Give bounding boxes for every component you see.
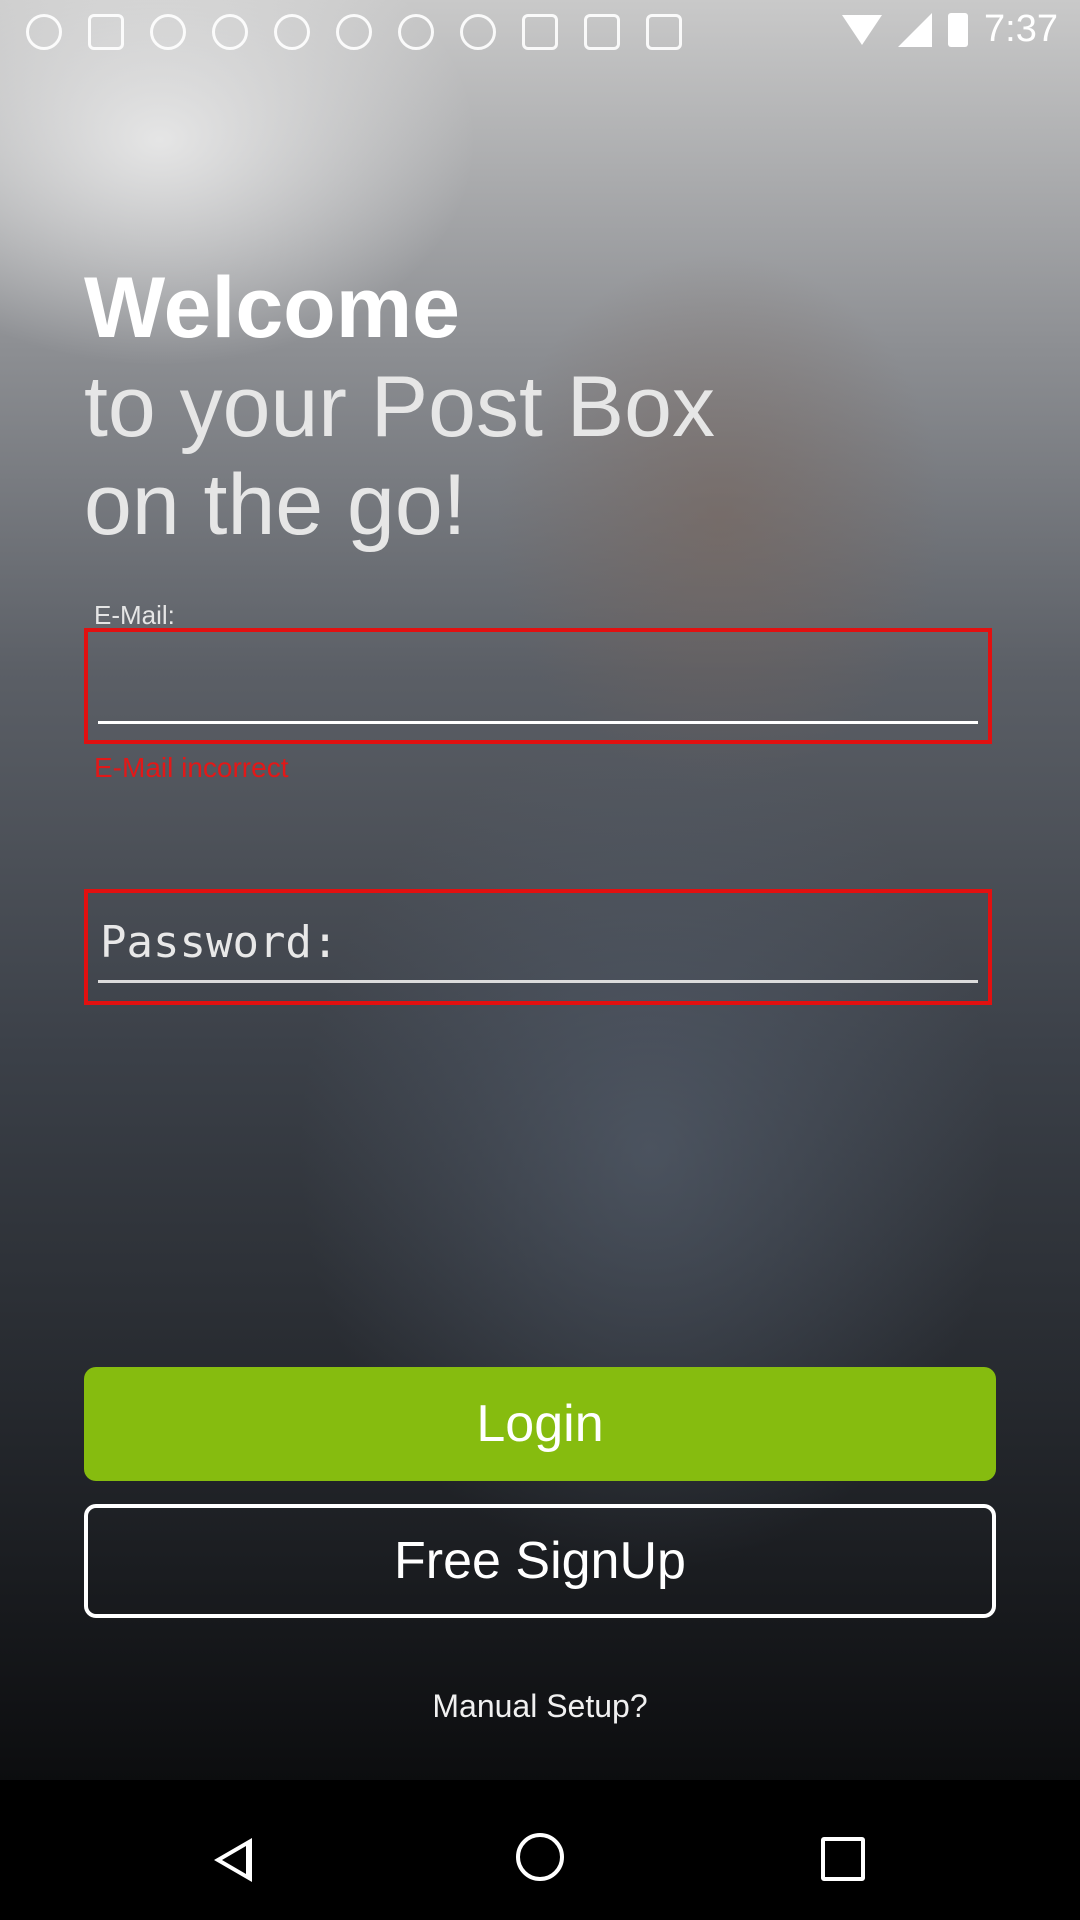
- recents-icon[interactable]: [821, 1837, 865, 1881]
- manual-setup-link[interactable]: Manual Setup?: [0, 1688, 1080, 1725]
- cloud-icon: [336, 14, 372, 50]
- headline-line-1: Welcome: [84, 260, 460, 356]
- system-status: 7:37: [842, 8, 1058, 51]
- headline-line-2: to your Post Box: [84, 359, 715, 455]
- app-icon: [26, 14, 62, 50]
- email-underline: [98, 721, 978, 724]
- email-field[interactable]: [98, 642, 978, 714]
- lock-icon: [584, 14, 620, 50]
- notification-icons: [26, 14, 682, 50]
- password-field[interactable]: [98, 909, 978, 975]
- login-button[interactable]: Login: [84, 1367, 996, 1481]
- free-signup-button[interactable]: Free SignUp: [84, 1504, 996, 1618]
- welcome-headline: Welcome to your Post Box on the go!: [84, 258, 715, 554]
- cloud-icon: [150, 14, 186, 50]
- password-field-container: [84, 889, 992, 1005]
- wifi-icon: [842, 14, 883, 45]
- cloud-icon: [212, 14, 248, 50]
- email-field-container: [84, 628, 992, 744]
- facebook-icon: [88, 14, 124, 50]
- headline-line-3: on the go!: [84, 457, 467, 553]
- android-icon: [646, 14, 682, 50]
- back-icon[interactable]: [214, 1838, 252, 1882]
- cloud-icon: [398, 14, 434, 50]
- email-error-message: E-Mail incorrect: [94, 752, 289, 783]
- email-label: E-Mail:: [94, 600, 175, 630]
- cloud-icon: [274, 14, 310, 50]
- signal-icon: [898, 12, 933, 47]
- info-icon: [460, 14, 496, 50]
- status-bar: 7:37: [0, 0, 1080, 64]
- battery-icon: [948, 12, 969, 47]
- clock: 7:37: [984, 8, 1058, 50]
- password-underline: [98, 980, 978, 983]
- fake-gps-icon: [522, 14, 558, 50]
- home-icon[interactable]: [516, 1833, 564, 1881]
